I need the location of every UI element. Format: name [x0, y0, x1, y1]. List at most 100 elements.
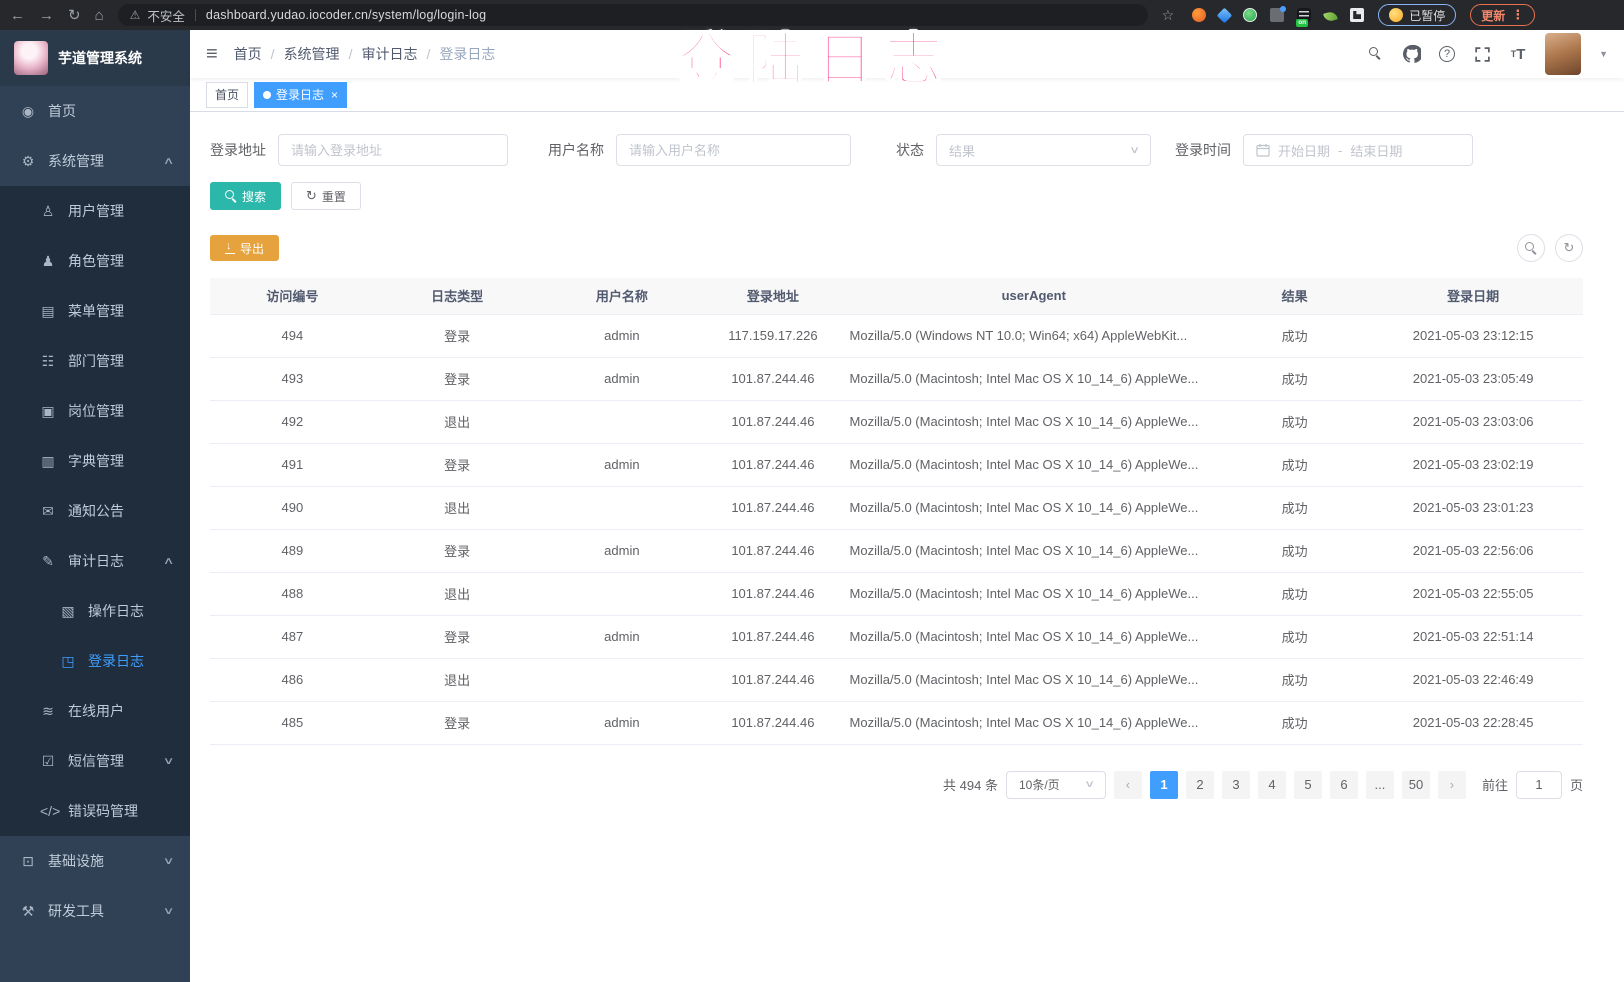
sidebar-item-audit-log[interactable]: ✎审计日志: [0, 536, 190, 586]
font-size-icon[interactable]: [1509, 45, 1527, 63]
page-button-50[interactable]: 50: [1402, 771, 1430, 799]
sidebar-item-operation-log[interactable]: ▧操作日志: [0, 586, 190, 636]
extensions-puzzle-icon[interactable]: [1350, 8, 1364, 22]
url-text: dashboard.yudao.iocoder.cn/system/log/lo…: [206, 8, 486, 22]
toggle-search-button[interactable]: [1517, 234, 1545, 262]
login-address-input[interactable]: [291, 143, 495, 158]
breadcrumb-item[interactable]: 审计日志: [361, 44, 417, 64]
cell-user-agent: Mozilla/5.0 (Macintosh; Intel Mac OS X 1…: [842, 443, 1226, 486]
page-button-6[interactable]: 6: [1330, 771, 1358, 799]
username-input[interactable]: [629, 143, 838, 158]
page-button-1[interactable]: 1: [1150, 771, 1178, 799]
prev-page-button[interactable]: ‹: [1114, 771, 1142, 799]
browser-address-bar[interactable]: ⚠ 不安全 dashboard.yudao.iocoder.cn/system/…: [118, 4, 1148, 26]
breadcrumb: 首页/系统管理/审计日志/登录日志: [234, 44, 496, 64]
cell-login-date: 2021-05-03 22:28:45: [1363, 701, 1583, 744]
page-button-5[interactable]: 5: [1294, 771, 1322, 799]
sidebar-item-users[interactable]: ♙用户管理: [0, 186, 190, 236]
cell-log-type: 登录: [375, 314, 540, 357]
extension-green-icon[interactable]: [1243, 8, 1257, 22]
tab-home[interactable]: 首页: [206, 82, 248, 108]
login-log-icon: ◳: [60, 653, 76, 670]
cell-log-type: 退出: [375, 658, 540, 701]
export-button[interactable]: 导出: [210, 235, 279, 261]
search-icon[interactable]: [1367, 45, 1385, 63]
extension-gem-icon[interactable]: [1217, 7, 1233, 23]
cell-login-address: 101.87.244.46: [704, 443, 841, 486]
sidebar-menu: ◉首页⚙系统管理♙用户管理♟角色管理▤菜单管理☷部门管理 ▣ 岗位管理 ▥字典管理✉通…: [0, 86, 190, 936]
cell-login-address: 101.87.244.46: [704, 701, 841, 744]
sidebar-item-infrastructure[interactable]: ⊡基础设施: [0, 836, 190, 886]
profile-paused-badge[interactable]: 已暂停: [1378, 4, 1456, 26]
sidebar-item-label: 首页: [48, 101, 76, 121]
sidebar-item-login-log[interactable]: ◳登录日志: [0, 636, 190, 686]
browser-menu-icon[interactable]: ⋮: [1511, 7, 1524, 23]
badge-icon: ▣: [40, 403, 56, 420]
breadcrumb-item[interactable]: 首页: [234, 44, 262, 64]
browser-back-icon[interactable]: ←: [10, 8, 25, 23]
page-button-4[interactable]: 4: [1258, 771, 1286, 799]
sidebar-item-label: 角色管理: [68, 251, 124, 271]
sidebar-item-menus[interactable]: ▤菜单管理: [0, 286, 190, 336]
extension-list-icon[interactable]: on: [1297, 8, 1311, 22]
search-button[interactable]: 搜索: [210, 182, 281, 210]
user-avatar[interactable]: [1545, 33, 1581, 75]
refresh-table-button[interactable]: [1555, 234, 1583, 262]
browser-forward-icon[interactable]: →: [39, 8, 54, 23]
cell-username: admin: [540, 443, 705, 486]
browser-reload-icon[interactable]: ↻: [68, 8, 81, 23]
more-pages-button[interactable]: ...: [1366, 771, 1394, 799]
extension-leaf-icon[interactable]: [1323, 10, 1338, 22]
sidebar-item-dictionaries[interactable]: ▥字典管理: [0, 436, 190, 486]
sidebar-item-home[interactable]: ◉首页: [0, 86, 190, 136]
close-icon[interactable]: ×: [331, 88, 338, 102]
profile-avatar-icon: [1389, 8, 1403, 22]
sidebar-item-sms[interactable]: ☑短信管理: [0, 736, 190, 786]
date-range-picker[interactable]: 开始日期 - 结束日期: [1243, 134, 1473, 166]
annotation-overlay-text: 登陆日志: [678, 14, 954, 96]
sidebar-item-roles[interactable]: ♟角色管理: [0, 236, 190, 286]
cell-id: 488: [210, 572, 375, 615]
sidebar-item-dev-tools[interactable]: ⚒研发工具: [0, 886, 190, 936]
page-size-select[interactable]: 10条/页 ∨: [1006, 771, 1106, 799]
chevron-down-icon[interactable]: ▼: [1599, 49, 1608, 59]
help-icon[interactable]: [1439, 46, 1455, 62]
goto-page-input[interactable]: [1516, 771, 1562, 799]
page-buttons: 123456... 50: [1150, 771, 1430, 799]
chevron-down-icon: [162, 906, 174, 917]
cell-id: 486: [210, 658, 375, 701]
cell-login-date: 2021-05-03 23:02:19: [1363, 443, 1583, 486]
sidebar-item-posts[interactable]: ▣ 岗位管理: [0, 386, 190, 436]
page-button-3[interactable]: 3: [1222, 771, 1250, 799]
extension-grid-icon[interactable]: [1270, 8, 1284, 22]
reset-button[interactable]: 重置: [291, 182, 361, 210]
sidebar-item-error-codes[interactable]: </>错误码管理: [0, 786, 190, 836]
sidebar-item-departments[interactable]: ☷部门管理: [0, 336, 190, 386]
extension-on-badge: on: [1296, 19, 1308, 27]
bookmark-star-icon[interactable]: ☆: [1162, 7, 1175, 24]
cell-login-date: 2021-05-03 22:46:49: [1363, 658, 1583, 701]
hamburger-icon[interactable]: ≡: [206, 43, 218, 66]
page-button-2[interactable]: 2: [1186, 771, 1214, 799]
sidebar-item-system[interactable]: ⚙系统管理: [0, 136, 190, 186]
table-row: 491登录admin101.87.244.46Mozilla/5.0 (Maci…: [210, 443, 1583, 486]
sidebar-item-label: 用户管理: [68, 201, 124, 221]
table-row: 492退出101.87.244.46Mozilla/5.0 (Macintosh…: [210, 400, 1583, 443]
sidebar-item-label: 岗位管理: [68, 401, 124, 421]
breadcrumb-item[interactable]: 系统管理: [284, 44, 340, 64]
tab-login-log[interactable]: 登录日志 ×: [254, 82, 347, 108]
next-page-button[interactable]: ›: [1438, 771, 1466, 799]
browser-home-icon[interactable]: ⌂: [95, 8, 104, 23]
github-icon[interactable]: [1403, 45, 1421, 63]
sidebar-item-notices[interactable]: ✉通知公告: [0, 486, 190, 536]
extension-orange-icon[interactable]: [1192, 8, 1206, 22]
sidebar-item-label: 菜单管理: [68, 301, 124, 321]
sidebar-item-online-users[interactable]: ≋在线用户: [0, 686, 190, 736]
sidebar-item-label: 通知公告: [68, 501, 124, 521]
breadcrumb-separator: /: [349, 46, 353, 62]
status-select[interactable]: 结果 ∨: [936, 134, 1151, 166]
not-secure-warning-icon: ⚠: [130, 8, 141, 22]
app-logo-row[interactable]: 芋道管理系统: [0, 30, 190, 86]
fullscreen-icon[interactable]: [1473, 45, 1491, 63]
browser-update-button[interactable]: 更新 ⋮: [1470, 4, 1535, 26]
